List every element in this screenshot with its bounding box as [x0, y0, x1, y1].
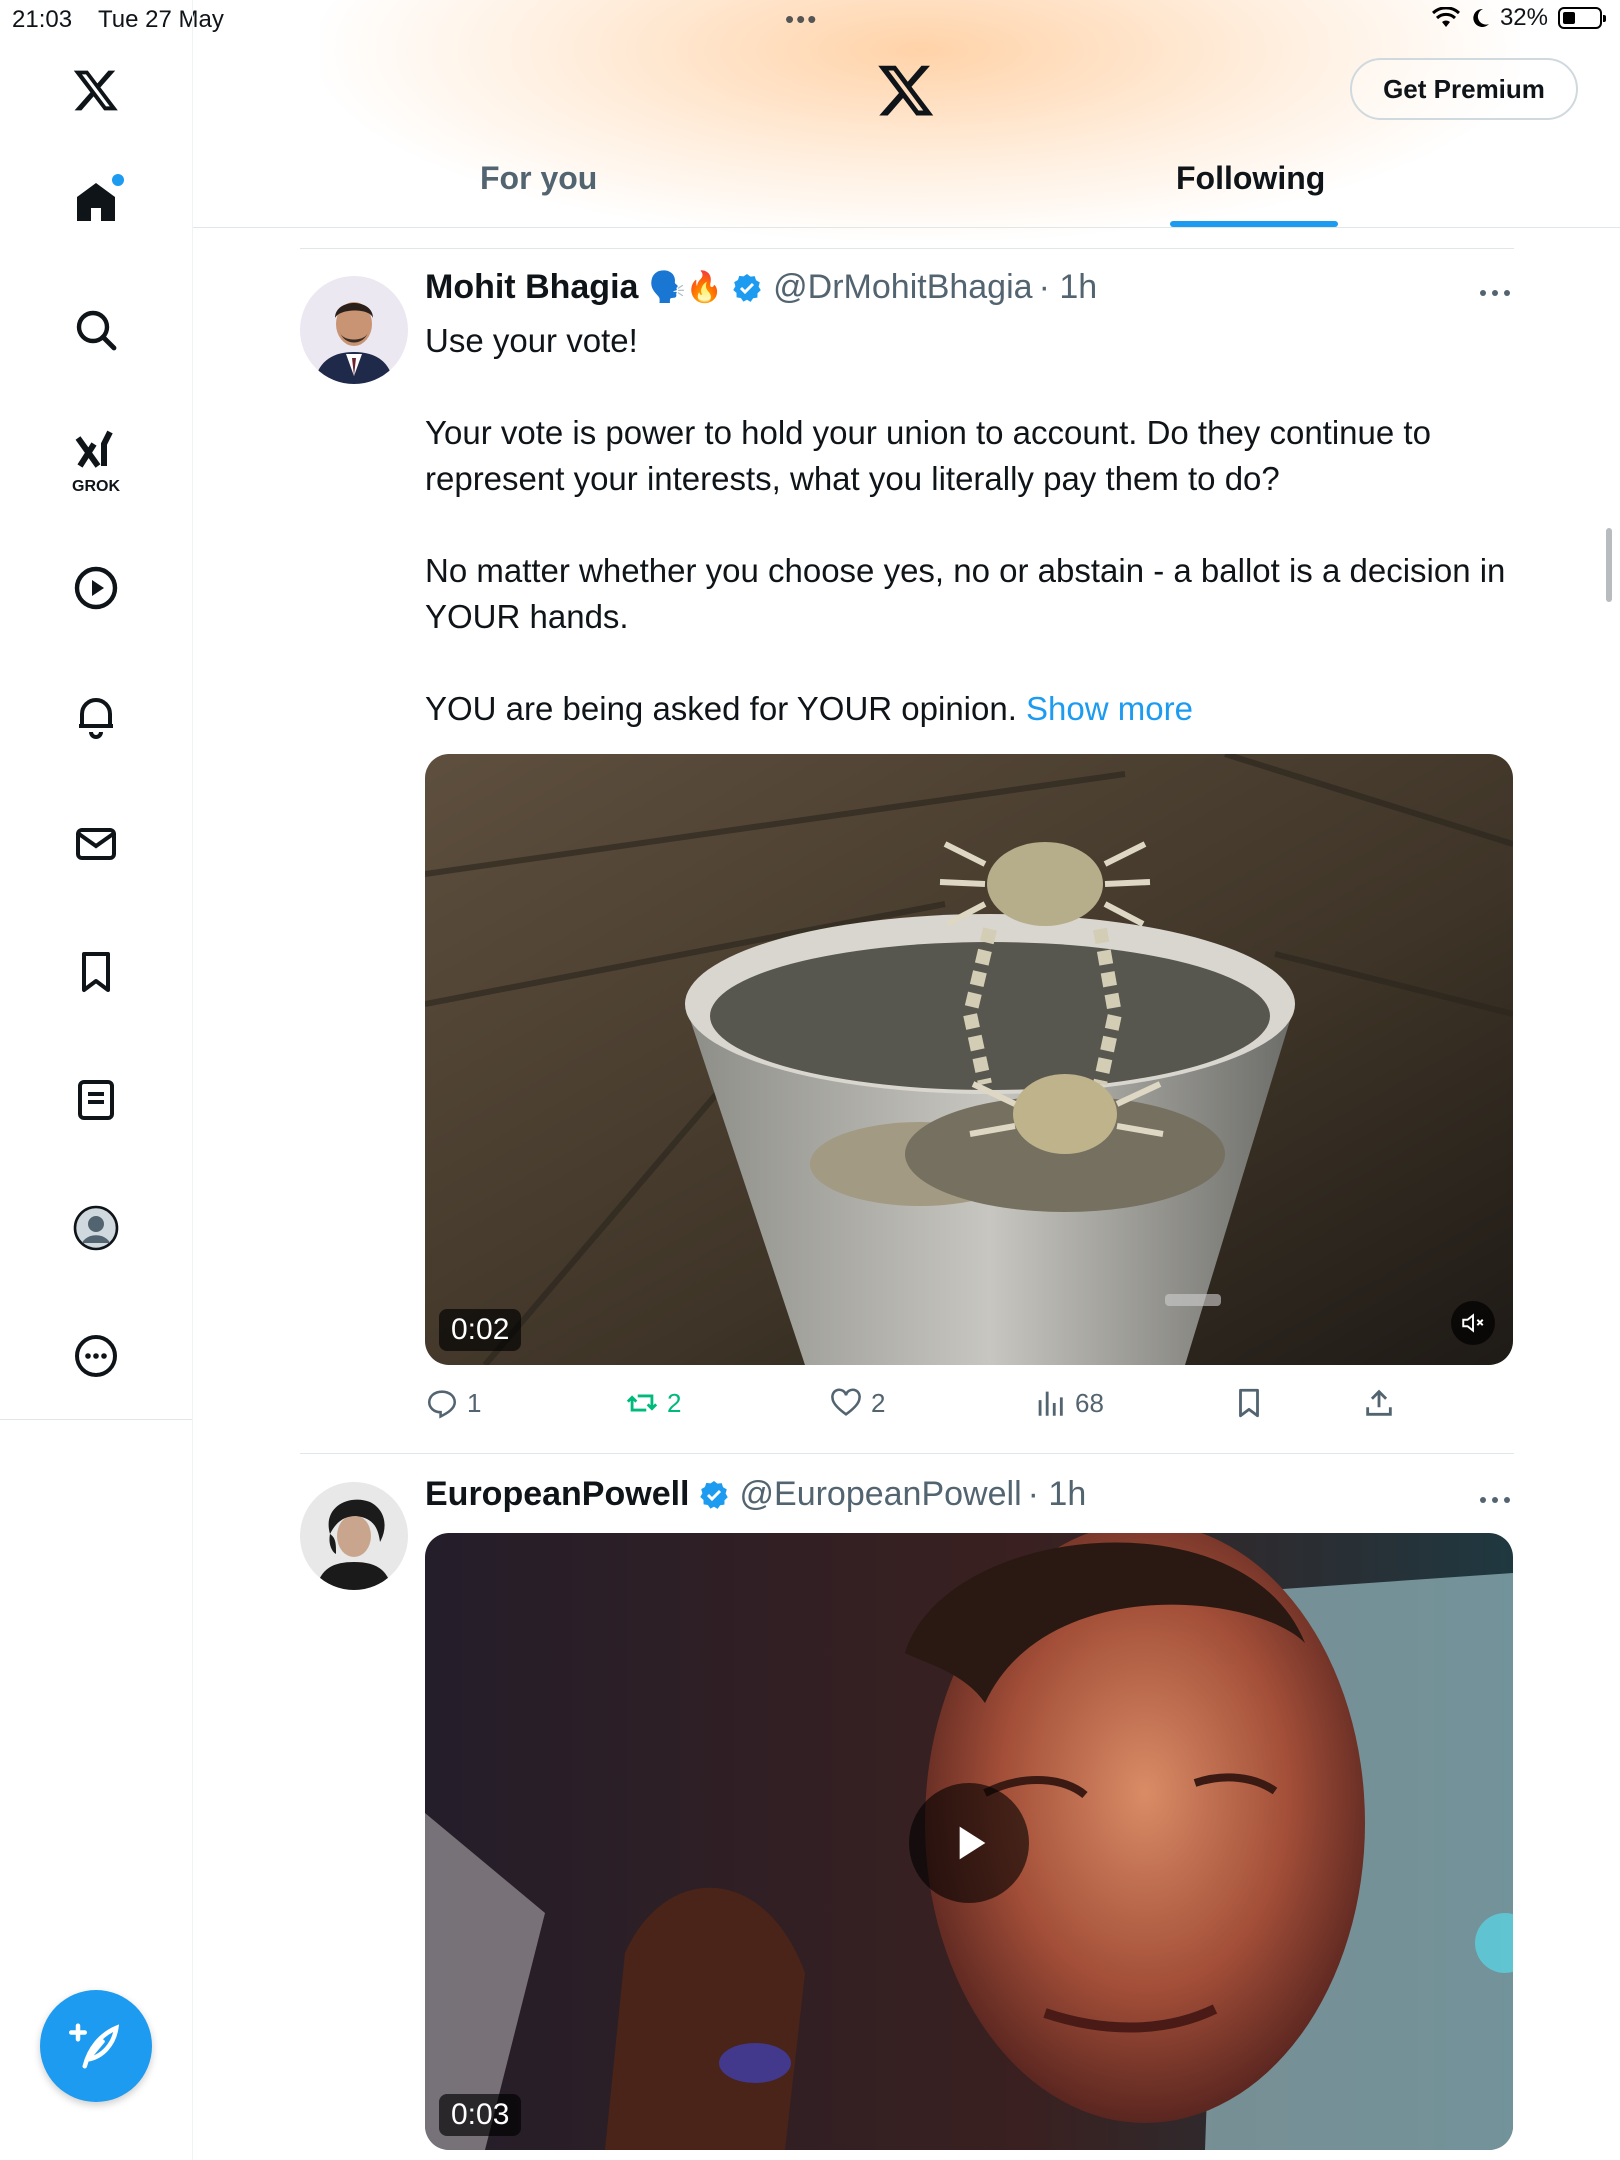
sidebar-item-notifications[interactable]: [64, 684, 128, 748]
sidebar: GROK: [0, 0, 193, 2160]
list-icon: [78, 1080, 114, 1120]
reply-icon: [427, 1390, 457, 1419]
sidebar-item-grok[interactable]: [64, 418, 128, 482]
tweet-video[interactable]: 0:03: [425, 1533, 1513, 2150]
tweet-more-button[interactable]: [1480, 1494, 1510, 1506]
search-icon: [76, 310, 117, 351]
heart-icon: [831, 1388, 861, 1416]
wifi-icon: [1431, 7, 1460, 27]
grok-label: GROK: [72, 478, 120, 495]
author-emoji: 🗣️🔥: [648, 271, 724, 304]
tweet-body: Use your vote! Your vote is power to hol…: [425, 318, 1515, 732]
show-more-link[interactable]: Show more: [1026, 690, 1193, 727]
play-circle-icon: [74, 566, 118, 610]
bookmark-icon: [1239, 1388, 1259, 1418]
compose-feather-icon: [69, 2023, 120, 2069]
tweet-header: EuropeanPowell @EuropeanPowell · 1h: [425, 1475, 1086, 1514]
tweet-header: Mohit Bhagia 🗣️🔥 @DrMohitBhagia · 1h: [425, 268, 1097, 307]
grok-icon: [75, 430, 113, 468]
multitasking-dots[interactable]: •••: [785, 4, 818, 35]
author-name[interactable]: EuropeanPowell: [425, 1475, 690, 1514]
tweet-time[interactable]: · 1h: [1039, 268, 1098, 307]
view-count: 68: [1075, 1387, 1104, 1418]
views-button[interactable]: 68: [1033, 1386, 1104, 1420]
sidebar-item-home[interactable]: [64, 170, 128, 234]
sidebar-item-explore[interactable]: [64, 298, 128, 362]
author-handle[interactable]: @EuropeanPowell: [740, 1475, 1022, 1514]
status-right: 32%: [1431, 4, 1606, 32]
battery-percent: 32%: [1499, 4, 1548, 31]
reply-count: 1: [467, 1387, 482, 1418]
play-button[interactable]: [909, 1783, 1029, 1903]
verified-badge-icon: [699, 1480, 728, 1509]
bell-icon: [79, 698, 113, 739]
moon-icon: [1473, 8, 1489, 27]
profile-avatar-icon: [73, 1205, 119, 1251]
tab-for-you[interactable]: For you: [480, 160, 597, 197]
envelope-icon: [76, 828, 116, 860]
repost-icon: [626, 1394, 658, 1412]
video-duration: 0:02: [439, 1309, 522, 1351]
video-duration: 0:03: [439, 2094, 522, 2136]
get-premium-button[interactable]: Get Premium: [1350, 58, 1578, 120]
author-name[interactable]: Mohit Bhagia: [425, 268, 638, 307]
repost-count: 2: [667, 1387, 682, 1418]
bookmark-button[interactable]: [1232, 1386, 1266, 1420]
tweet-separator: [300, 248, 1514, 249]
scrollbar[interactable]: [1606, 528, 1612, 602]
tweet-paragraph: YOU are being asked for YOUR opinion. Sh…: [425, 686, 1515, 732]
sidebar-divider: [0, 1419, 192, 1420]
play-icon: [959, 1826, 986, 1860]
author-handle[interactable]: @DrMohitBhagia: [773, 268, 1032, 307]
tweet-actions: 1 2 2 68: [425, 1386, 1515, 1426]
like-button[interactable]: 2: [829, 1386, 885, 1420]
sidebar-item-videos[interactable]: [64, 556, 128, 620]
more-circle-icon: [75, 1335, 117, 1377]
tweet-separator: [300, 1453, 1514, 1454]
bookmark-icon: [82, 952, 110, 992]
tweet-more-button[interactable]: [1480, 287, 1510, 299]
header-border: [193, 227, 1620, 228]
battery-icon: [1558, 7, 1606, 29]
sidebar-item-bookmarks[interactable]: [64, 940, 128, 1004]
speaker-muted-icon: [1462, 1313, 1484, 1333]
share-icon: [1366, 1389, 1392, 1416]
header-x-logo-icon[interactable]: [876, 60, 936, 120]
views-chart-icon: [1038, 1391, 1063, 1416]
tweet-paragraph: No matter whether you choose yes, no or …: [425, 552, 1506, 635]
reply-button[interactable]: 1: [425, 1386, 481, 1420]
home-icon: [77, 183, 115, 221]
tweet-paragraph-text: YOU are being asked for YOUR opinion.: [425, 690, 1017, 727]
x-logo-icon[interactable]: [64, 58, 128, 122]
repost-button[interactable]: 2: [625, 1386, 681, 1420]
tweet-time[interactable]: · 1h: [1028, 1475, 1087, 1514]
compose-post-button[interactable]: [40, 1990, 152, 2102]
home-notification-dot: [112, 174, 124, 186]
mute-button[interactable]: [1451, 1301, 1495, 1345]
tweet-video[interactable]: 0:02: [425, 754, 1513, 1365]
share-button[interactable]: [1362, 1386, 1396, 1420]
video-frame: [425, 754, 1513, 1365]
sidebar-item-profile[interactable]: [64, 1196, 128, 1260]
status-bar: 21:03 Tue 27 May ••• 32%: [0, 0, 1620, 40]
avatar[interactable]: [300, 1482, 408, 1590]
like-count: 2: [871, 1387, 886, 1418]
tweet-paragraph: Your vote is power to hold your union to…: [425, 414, 1431, 497]
verified-badge-icon: [733, 273, 761, 302]
sidebar-item-lists[interactable]: [64, 1068, 128, 1132]
tab-following[interactable]: Following: [1176, 160, 1325, 197]
avatar[interactable]: [300, 276, 408, 384]
sidebar-item-messages[interactable]: [64, 812, 128, 876]
sidebar-item-more[interactable]: [64, 1324, 128, 1388]
tweet-paragraph: Use your vote!: [425, 322, 638, 359]
